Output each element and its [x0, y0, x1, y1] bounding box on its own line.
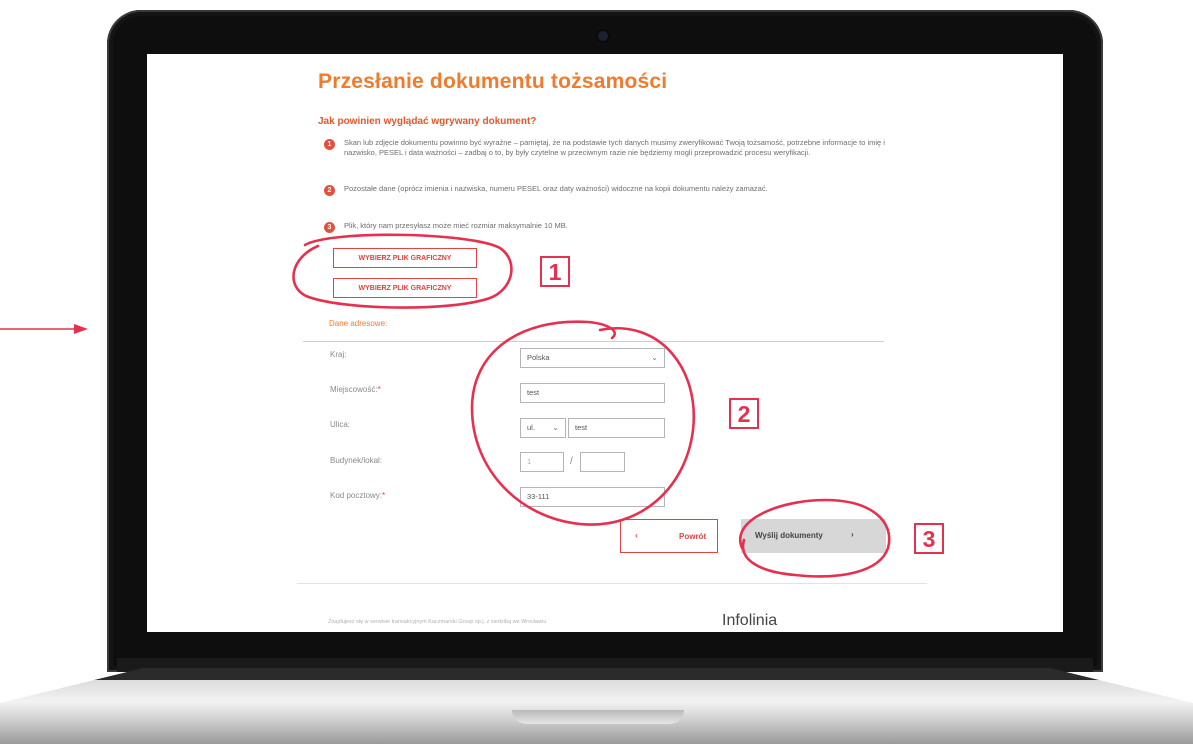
step-text-3: Plik, który nam przesyłasz może mieć roz… — [344, 221, 568, 230]
laptop-base — [0, 668, 1193, 744]
step-number-1: 1 — [324, 139, 335, 150]
pointer-arrow — [0, 324, 88, 334]
section-divider — [303, 341, 884, 342]
city-input[interactable]: test — [520, 383, 665, 403]
building-label: Budynek/lokal: — [330, 456, 383, 465]
page-title: Przesłanie dokumentu tożsamości — [318, 70, 668, 93]
step-number-2: 2 — [324, 185, 335, 196]
postal-code-input[interactable]: 33-111 — [520, 487, 665, 507]
step-text-2: Pozostałe dane (oprócz imienia i nazwisk… — [344, 184, 768, 193]
infolinia-heading: Infolinia — [722, 612, 778, 629]
laptop-hinge-notch — [512, 710, 684, 724]
chevron-right-icon: › — [851, 530, 854, 539]
country-select-value: Polska — [527, 353, 550, 362]
footer-divider — [297, 583, 927, 584]
country-select[interactable]: Polska ⌄ — [520, 348, 665, 368]
postal-code-label: Kod pocztowy:* — [330, 491, 386, 500]
building-separator: / — [570, 456, 573, 467]
page-subtitle: Jak powinien wyglądać wgrywany dokument? — [318, 116, 537, 127]
annotation-label-3: 3 — [914, 523, 944, 554]
back-button[interactable]: ‹ Powrót — [620, 519, 718, 553]
annotation-label-2: 2 — [729, 398, 759, 429]
apartment-number-input[interactable] — [580, 452, 625, 472]
street-input[interactable]: test — [568, 418, 665, 438]
country-label: Kraj: — [330, 350, 347, 359]
choose-image-file-button-2[interactable]: WYBIERZ PLIK GRAFICZNY — [333, 278, 477, 298]
step-text-1: Skan lub zdjęcie dokumentu powinno być w… — [344, 138, 885, 157]
choose-image-file-button-1[interactable]: WYBIERZ PLIK GRAFICZNY — [333, 248, 477, 268]
send-button-label: Wyślij dokumenty — [755, 531, 823, 540]
street-prefix-value: ul. — [527, 423, 535, 432]
send-documents-button[interactable]: Wyślij dokumenty › — [741, 519, 886, 553]
address-section-label: Dane adresowe: — [329, 319, 388, 328]
webcam-icon — [598, 31, 608, 41]
building-number-input[interactable]: 1 — [520, 452, 564, 472]
chevron-down-icon: ⌄ — [651, 353, 658, 362]
chevron-left-icon: ‹ — [635, 531, 638, 540]
city-label: Miejscowość:* — [330, 385, 381, 394]
street-prefix-select[interactable]: ul. ⌄ — [520, 418, 566, 438]
step-number-3: 3 — [324, 222, 335, 233]
back-button-label: Powrót — [679, 532, 707, 541]
chevron-down-icon: ⌄ — [552, 423, 559, 432]
footer-text: Znajdujesz się w serwisie transakcyjnym … — [328, 619, 547, 625]
annotation-label-1: 1 — [540, 256, 570, 287]
street-label: Ulica: — [330, 420, 351, 429]
